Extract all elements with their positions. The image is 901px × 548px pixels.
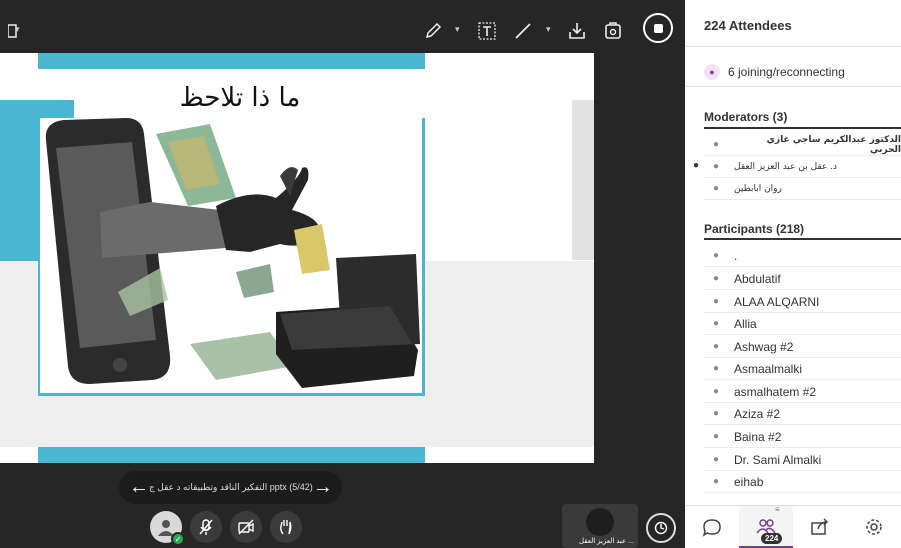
attendees-icon[interactable]: 224 xyxy=(739,506,793,548)
my-status-avatar[interactable]: ✓ xyxy=(150,511,185,546)
text-icon[interactable] xyxy=(474,18,500,44)
person-icon: ● xyxy=(712,183,720,194)
moderator-row[interactable]: ● روان ابابطين xyxy=(704,178,901,200)
joining-status: ● 6 joining/reconnecting xyxy=(704,64,845,80)
participant-row[interactable]: ● Allia xyxy=(704,313,901,335)
moderator-name: الدكتور عبدالكريم ساجي غازي الحربي xyxy=(766,134,901,155)
person-icon: ● xyxy=(712,476,720,487)
slide-band-bottom xyxy=(38,447,425,463)
participant-name: Aziza #2 xyxy=(734,406,781,421)
divider xyxy=(685,86,901,87)
moderator-row[interactable]: ● الدكتور عبدالكريم ساجي غازي الحربي xyxy=(704,134,901,156)
participant-row[interactable]: ● ALAA ALQARNI xyxy=(704,291,901,313)
participant-name: Asmaalmalki xyxy=(734,361,803,376)
participant-name: . xyxy=(734,248,738,263)
stage: ▾ ▾ ▾ ما ذا تلاحظ ← التفكير الناقد وتطبي… xyxy=(0,0,685,548)
speaker-name: ... عبد العزيز العقل xyxy=(578,538,634,545)
person-icon: ● xyxy=(712,341,720,352)
person-icon: ● xyxy=(712,454,720,465)
download-icon[interactable] xyxy=(564,18,590,44)
participant-name: Ashwag #2 xyxy=(734,339,794,354)
drag-handle-icon[interactable]: ≡ xyxy=(775,505,780,514)
participant-row[interactable]: ● eihab xyxy=(704,471,901,493)
panel-title: 224 Attendees xyxy=(704,18,792,33)
chevron-down-icon[interactable]: ▾ xyxy=(546,24,551,35)
media-controls: ✓ xyxy=(150,511,302,546)
moderator-name: روان ابابطين xyxy=(734,183,782,194)
check-icon: ✓ xyxy=(171,532,185,546)
toolbar: ▾ ▾ ▾ xyxy=(0,10,685,50)
share-icon[interactable] xyxy=(793,506,847,548)
participant-name: eihab xyxy=(734,474,764,489)
camera-off-icon[interactable] xyxy=(230,511,262,543)
participant-name: Dr. Sami Almalki xyxy=(734,452,822,467)
pen-icon[interactable] xyxy=(420,18,446,44)
person-icon: ● xyxy=(712,296,720,307)
slide-navigation: ← التفكير الناقد وتطبيقاته د عقل ج pptx … xyxy=(119,471,342,504)
participant-name: asmalhatem #2 xyxy=(734,384,817,399)
slide-band-top xyxy=(38,53,425,69)
person-icon: ● xyxy=(712,363,720,374)
participant-row[interactable]: ● asmalhatem #2 xyxy=(704,381,901,403)
slide-filename: التفكير الناقد وتطبيقاته د عقل ج pptx xyxy=(149,482,287,492)
raise-hand-icon[interactable] xyxy=(270,511,302,543)
attendee-count-badge: 224 xyxy=(761,533,783,544)
section-underline xyxy=(704,127,901,129)
moderator-name: د. عقل بن عبد العزيز العقل xyxy=(734,161,838,172)
previous-slide-arrow-icon[interactable]: ← xyxy=(129,476,149,499)
person-icon: ● xyxy=(712,431,720,442)
microphone-icon: ● xyxy=(693,160,700,171)
person-icon: ● xyxy=(712,318,720,329)
person-icon: ● xyxy=(712,161,720,172)
participants-header: Participants (218) xyxy=(704,222,805,236)
participant-name: Baina #2 xyxy=(734,429,782,444)
slide-illustration xyxy=(38,118,425,396)
person-icon: ● xyxy=(712,273,720,284)
participant-row[interactable]: ● Baina #2 xyxy=(704,426,901,448)
participant-row[interactable]: ● Dr. Sami Almalki xyxy=(704,449,901,471)
moderators-header: Moderators (3) xyxy=(704,110,788,124)
wallet-illustration xyxy=(276,254,420,388)
chat-icon[interactable] xyxy=(685,506,739,548)
joining-text: 6 joining/reconnecting xyxy=(728,65,845,79)
slide-page-counter: (5/42) xyxy=(289,482,313,492)
person-icon: ● xyxy=(712,139,719,150)
participant-row[interactable]: ● Ashwag #2 xyxy=(704,336,901,358)
next-slide-arrow-icon[interactable]: → xyxy=(313,476,333,499)
participant-name: Abdulatif xyxy=(734,271,781,286)
section-underline xyxy=(704,238,901,240)
line-icon[interactable] xyxy=(510,18,536,44)
active-speaker-tile[interactable]: ... عبد العزيز العقل xyxy=(562,504,638,548)
slide-info: التفكير الناقد وتطبيقاته د عقل ج pptx (5… xyxy=(149,482,313,493)
person-icon: ● xyxy=(712,386,720,397)
menu-icon[interactable] xyxy=(0,18,26,44)
person-icon: ● xyxy=(712,250,720,261)
panel-footer: 224 xyxy=(685,505,901,548)
person-icon: ● xyxy=(712,408,720,419)
slide-title: ما ذا تلاحظ xyxy=(179,83,301,113)
save-icon[interactable] xyxy=(600,18,626,44)
collaborate-window: ▾ ▾ ▾ ما ذا تلاحظ ← التفكير الناقد وتطبي… xyxy=(0,0,901,548)
participant-row[interactable]: ● Asmaalmalki xyxy=(704,358,901,380)
microphone-muted-icon[interactable] xyxy=(190,511,222,543)
stop-icon[interactable] xyxy=(643,13,673,43)
participant-name: ALAA ALQARNI xyxy=(734,294,820,309)
slide: ما ذا تلاحظ xyxy=(0,53,594,463)
chevron-down-icon[interactable]: ▾ xyxy=(15,24,20,35)
timer-icon[interactable] xyxy=(646,513,676,543)
moderator-row[interactable]: ● د. عقل بن عبد العزيز العقل xyxy=(704,156,901,178)
settings-icon[interactable] xyxy=(847,506,901,548)
participant-row[interactable]: ●. xyxy=(704,245,901,267)
speaker-avatar xyxy=(586,508,614,536)
person-icon: ● xyxy=(704,64,720,80)
participant-row[interactable]: ● Aziza #2 xyxy=(704,403,901,425)
participant-row[interactable]: ● Abdulatif xyxy=(704,268,901,290)
participant-name: Allia xyxy=(734,316,757,331)
attendees-panel: 224 Attendees ● 6 joining/reconnecting M… xyxy=(685,0,901,548)
chevron-down-icon[interactable]: ▾ xyxy=(455,24,460,35)
slide-grey-right xyxy=(572,100,594,260)
divider xyxy=(685,46,901,47)
